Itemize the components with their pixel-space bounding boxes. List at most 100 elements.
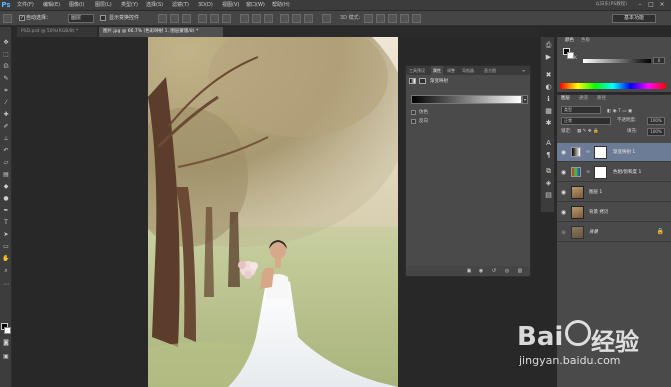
align-left-icon[interactable] xyxy=(198,14,207,23)
3d-scale-icon[interactable] xyxy=(412,14,421,23)
tab-layers[interactable]: 图层 xyxy=(561,95,570,103)
3d-drag-icon[interactable] xyxy=(388,14,397,23)
eyedropper-tool-icon[interactable]: ⁄ xyxy=(2,99,10,107)
marquee-tool-icon[interactable]: ⬚ xyxy=(2,51,10,59)
menu-type[interactable]: 类型(Y) xyxy=(121,0,138,10)
view-previous-icon[interactable]: ◉ xyxy=(478,268,484,274)
dither-checkbox[interactable] xyxy=(411,110,416,115)
crop-tool-icon[interactable]: ⌗ xyxy=(2,87,10,95)
brush-presets-icon[interactable]: ✱ xyxy=(544,119,553,128)
info-icon[interactable]: ℹ xyxy=(544,95,553,104)
clip-to-layer-icon[interactable]: ▣ xyxy=(466,268,472,274)
screen-mode-icon[interactable]: ▣ xyxy=(2,353,10,361)
3d-roll-icon[interactable] xyxy=(376,14,385,23)
3d-rotate-icon[interactable] xyxy=(364,14,373,23)
clone-source-icon[interactable]: ⧉ xyxy=(544,167,553,176)
chain-icon[interactable]: ∞ xyxy=(586,149,590,155)
dodge-tool-icon[interactable]: ● xyxy=(2,195,10,203)
lasso-tool-icon[interactable]: ᘏ xyxy=(2,63,10,71)
path-select-tool-icon[interactable]: ➤ xyxy=(2,231,10,239)
layer-row-hue-saturation[interactable]: ◉ ∞ 色相/饱和度 1 xyxy=(557,163,671,182)
tab-histogram[interactable]: 直方图 xyxy=(484,66,496,75)
document-tab-psd[interactable]: PSD.psd @ 50%(RGB/8) * xyxy=(17,27,97,37)
tab-paths[interactable]: 路径 xyxy=(597,95,606,103)
tab-color[interactable]: 颜色 xyxy=(565,37,574,45)
delete-icon[interactable]: ▥ xyxy=(517,268,523,274)
bride-photo[interactable] xyxy=(148,37,398,387)
reset-icon[interactable]: ↺ xyxy=(491,268,497,274)
eye-icon[interactable]: ◉ xyxy=(560,229,567,236)
menu-layer[interactable]: 图层(L) xyxy=(95,0,112,10)
menu-edit[interactable]: 编辑(E) xyxy=(43,0,60,10)
eye-icon[interactable]: ◉ xyxy=(560,209,567,216)
styles-icon[interactable]: ▦ xyxy=(544,107,553,116)
history-brush-tool-icon[interactable]: ↶ xyxy=(2,147,10,155)
zoom-tool-icon[interactable]: ⌕ xyxy=(2,267,10,275)
document-tab-image[interactable]: 图片.jpg @ 66.7% (色彩映射 1, 图层蒙版/8) * xyxy=(99,27,223,37)
actions-icon[interactable]: ▶ xyxy=(544,53,553,62)
type-tool-icon[interactable]: T xyxy=(2,219,10,227)
tools-icon[interactable]: ✖ xyxy=(544,71,553,80)
eye-icon[interactable]: ◉ xyxy=(560,169,567,176)
k-channel-value[interactable]: 0 xyxy=(653,57,665,64)
background-color-swatch[interactable] xyxy=(567,52,574,59)
more-tools-icon[interactable]: ⋯ xyxy=(2,281,10,289)
tab-tool-presets[interactable]: 工具预设 xyxy=(409,66,425,75)
3d-icon[interactable]: ◈ xyxy=(544,179,553,188)
menu-3d[interactable]: 3D(D) xyxy=(198,0,213,10)
auto-select-target-select[interactable]: 图层 xyxy=(68,14,94,23)
align-top-icon[interactable] xyxy=(158,14,167,23)
menu-filter[interactable]: 滤镜(T) xyxy=(172,0,189,10)
fill-value[interactable]: 100% xyxy=(647,128,665,136)
healing-brush-tool-icon[interactable]: ✚ xyxy=(2,111,10,119)
k-channel-slider[interactable] xyxy=(583,59,651,63)
distribute-left-icon[interactable] xyxy=(280,14,289,23)
brush-tool-icon[interactable]: ✐ xyxy=(2,123,10,131)
layer-row-background[interactable]: ◉ 背景 🔒 xyxy=(557,223,671,242)
reverse-checkbox[interactable] xyxy=(411,119,416,124)
lock-icons[interactable]: ▦ ✎ ✥ 🔒 xyxy=(577,127,599,137)
3d-slide-icon[interactable] xyxy=(400,14,409,23)
distribute-top-icon[interactable] xyxy=(240,14,249,23)
auto-align-icon[interactable] xyxy=(322,14,331,23)
hand-tool-icon[interactable]: ✋ xyxy=(2,255,10,263)
blur-tool-icon[interactable]: ◆ xyxy=(2,183,10,191)
menu-file[interactable]: 文件(F) xyxy=(17,0,34,10)
mask-icon[interactable] xyxy=(419,78,426,84)
layer-row-layer-1[interactable]: ◉ 图层 1 xyxy=(557,183,671,202)
menu-help[interactable]: 帮助(H) xyxy=(272,0,290,10)
gradient-dropdown-icon[interactable]: ▾ xyxy=(522,95,528,104)
tab-adjustments[interactable]: 调整 xyxy=(447,66,455,75)
clone-stamp-tool-icon[interactable]: ⊥ xyxy=(2,135,10,143)
gradient-tool-icon[interactable]: ▤ xyxy=(2,171,10,179)
opacity-value[interactable]: 100% xyxy=(647,117,665,125)
pen-tool-icon[interactable]: ✒ xyxy=(2,207,10,215)
eraser-tool-icon[interactable]: ▱ xyxy=(2,159,10,167)
layer-row-background-copy[interactable]: ◉ 背景 拷贝 xyxy=(557,203,671,222)
distribute-hcenter-icon[interactable] xyxy=(292,14,301,23)
color-spectrum-ramp[interactable] xyxy=(560,83,666,89)
gradient-preview[interactable] xyxy=(411,95,522,104)
blend-mode-select[interactable]: 正常 xyxy=(561,117,611,125)
distribute-right-icon[interactable] xyxy=(304,14,313,23)
move-tool-icon[interactable]: ✥ xyxy=(2,39,10,47)
tab-swatches[interactable]: 色板 xyxy=(581,37,590,45)
align-vcenter-icon[interactable] xyxy=(170,14,179,23)
quick-select-tool-icon[interactable]: ✎ xyxy=(2,75,10,83)
history-icon[interactable]: ⎙ xyxy=(544,41,553,50)
shape-tool-icon[interactable]: ▭ xyxy=(2,243,10,251)
quick-mask-icon[interactable]: ◙ xyxy=(2,339,10,347)
layer-mask-thumbnail[interactable] xyxy=(594,166,607,179)
layer-comps-icon[interactable]: ▤ xyxy=(544,191,553,200)
workspace-switcher[interactable]: 基本功能 xyxy=(612,14,656,23)
tab-navigator[interactable]: 导航器 xyxy=(462,66,474,75)
close-button[interactable]: × xyxy=(658,1,666,8)
distribute-bottom-icon[interactable] xyxy=(264,14,273,23)
tab-channels[interactable]: 通道 xyxy=(579,95,588,103)
show-transform-checkbox[interactable] xyxy=(100,15,106,21)
menu-window[interactable]: 窗口(W) xyxy=(246,0,265,10)
layer-mask-thumbnail[interactable] xyxy=(594,146,607,159)
menu-view[interactable]: 视图(V) xyxy=(222,0,239,10)
distribute-vcenter-icon[interactable] xyxy=(252,14,261,23)
align-right-icon[interactable] xyxy=(222,14,231,23)
